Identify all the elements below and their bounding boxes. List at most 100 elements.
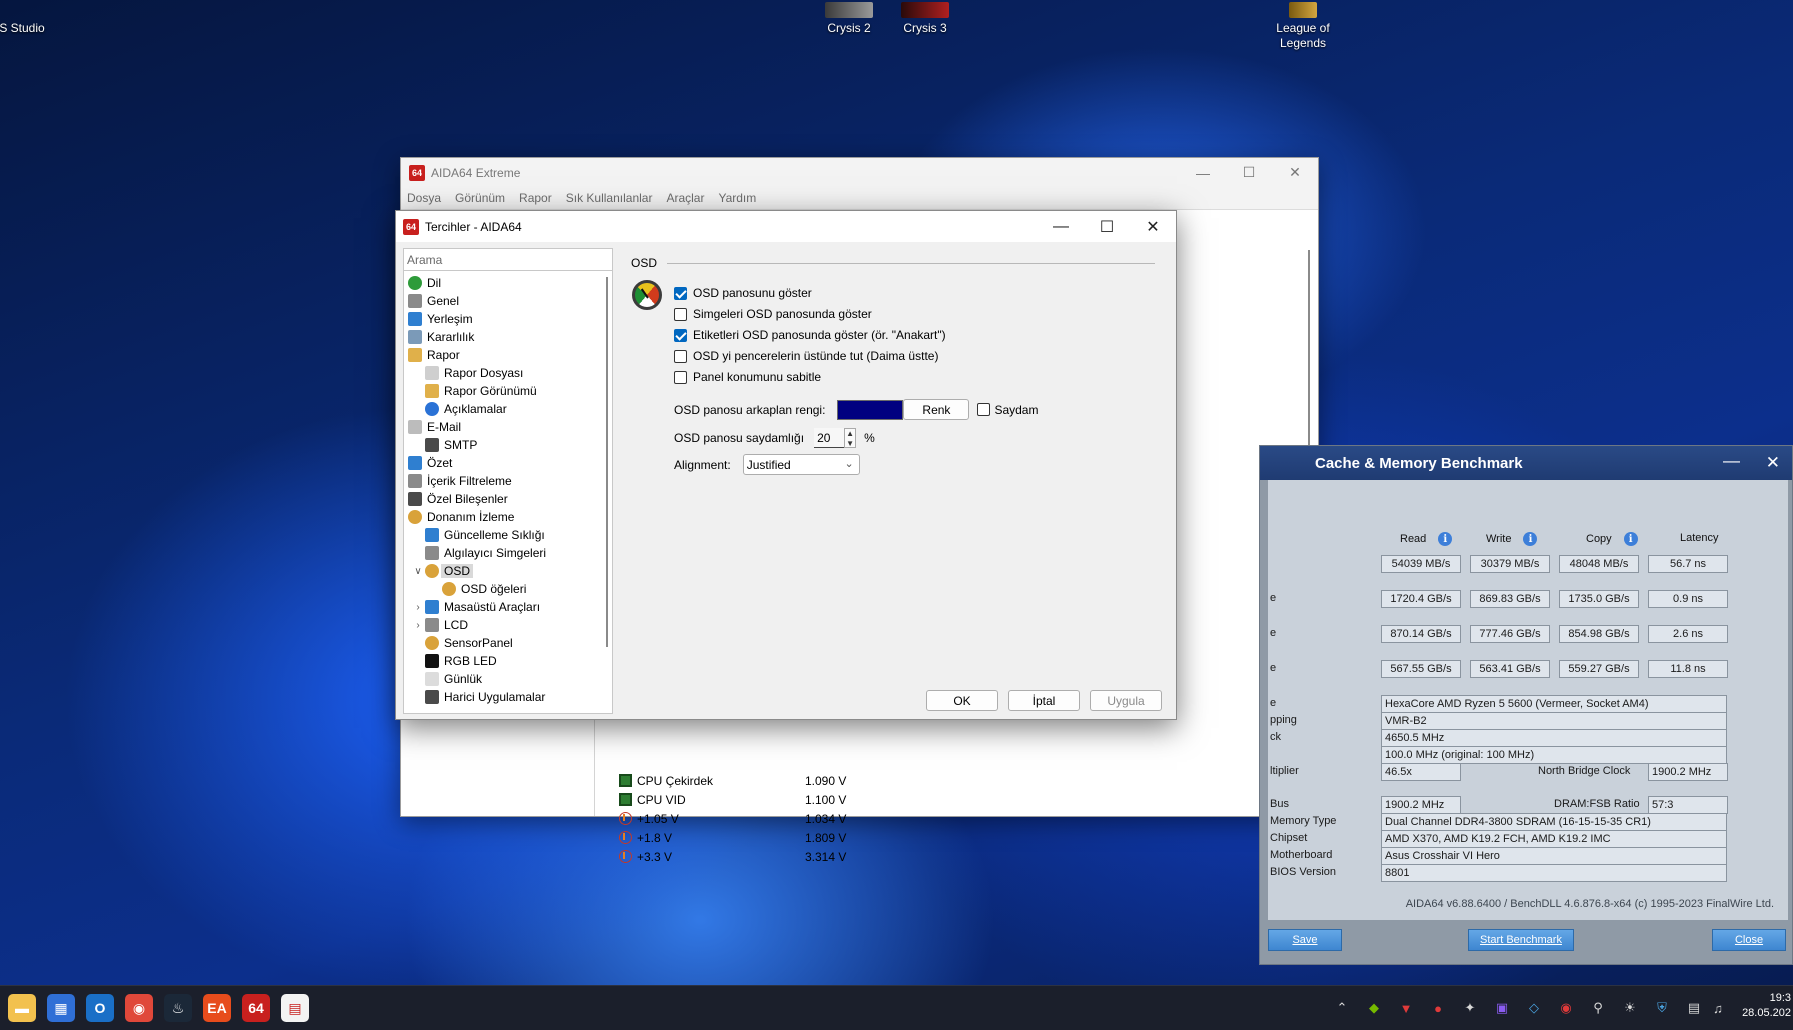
tree-item[interactable]: İçerik Filtreleme <box>404 472 598 490</box>
dialog-title-bar[interactable]: 64 Tercihler - AIDA64 — ☐ ✕ <box>396 211 1176 242</box>
chevron-right-icon[interactable]: › <box>413 620 423 631</box>
alignment-select[interactable]: Justified ⌄ <box>742 454 860 475</box>
detail-value: Asus Crosshair VI Hero <box>1381 847 1727 865</box>
tree-item[interactable]: OSD öğeleri <box>404 580 598 598</box>
tree-item[interactable]: Donanım İzleme <box>404 508 598 526</box>
minimize-button[interactable]: — <box>1723 451 1740 471</box>
main-title-bar[interactable]: 64 AIDA64 Extreme — ☐ ✕ <box>401 158 1318 187</box>
tree-item[interactable]: Dil <box>404 274 598 292</box>
maximize-button[interactable]: ☐ <box>1084 211 1130 242</box>
network-icon[interactable]: ▤ <box>1686 1000 1702 1016</box>
tree-item[interactable]: › Masaüstü Araçları <box>404 598 598 616</box>
menu-araclar[interactable]: Araçlar <box>666 191 704 205</box>
maximize-button[interactable]: ☐ <box>1226 158 1272 187</box>
option-always-on-top[interactable]: OSD yi pencerelerin üstünde tut (Daima ü… <box>674 347 938 365</box>
result-cell: 2.6 ns <box>1648 625 1728 643</box>
tree-item-label: Özet <box>427 456 453 470</box>
ea-icon[interactable]: EA <box>203 994 231 1022</box>
minimize-button[interactable]: — <box>1038 211 1084 242</box>
apply-button[interactable]: Uygula <box>1090 690 1162 711</box>
bird-icon[interactable]: ✦ <box>1462 1000 1478 1016</box>
diamond-icon[interactable]: ◇ <box>1526 1000 1542 1016</box>
tree-item[interactable]: RGB LED <box>404 652 598 670</box>
alignment-row: Alignment: Justified ⌄ <box>674 454 860 475</box>
transparent-checkbox[interactable] <box>977 403 991 416</box>
search-input[interactable]: Arama <box>404 249 612 271</box>
tree-item[interactable]: SensorPanel <box>404 634 598 652</box>
color-button[interactable]: Renk <box>903 399 970 420</box>
option-show-icons[interactable]: Simgeleri OSD panosunda göster <box>674 305 872 323</box>
close-button[interactable]: ✕ <box>1130 211 1176 242</box>
info-icon[interactable]: i <box>1523 532 1538 546</box>
cancel-button[interactable]: İptal <box>1008 690 1080 711</box>
tree-scrollbar[interactable] <box>606 277 608 647</box>
close-button[interactable]: ✕ <box>1272 158 1318 187</box>
chrome-icon[interactable]: ◉ <box>125 994 153 1022</box>
desktop-icon-crysis3[interactable]: Crysis 3 <box>885 2 965 36</box>
desktop-icon-league[interactable]: League of Legends <box>1263 2 1343 51</box>
benchmark-title-bar[interactable]: Cache & Memory Benchmark — ✕ <box>1260 446 1792 480</box>
armoury-icon[interactable]: ● <box>1430 1000 1446 1016</box>
checkbox[interactable] <box>674 286 687 300</box>
chevron-right-icon[interactable]: › <box>413 602 423 613</box>
tree-item[interactable]: SMTP <box>404 436 598 454</box>
tree-item[interactable]: Genel <box>404 292 598 310</box>
info-icon[interactable]: i <box>1438 532 1453 546</box>
checkbox[interactable] <box>674 370 687 384</box>
save-button[interactable]: Save <box>1268 929 1342 951</box>
option-show-osd[interactable]: OSD panosunu göster <box>674 284 812 302</box>
tree-item[interactable]: Yerleşim <box>404 310 598 328</box>
tree-item[interactable]: Rapor Dosyası <box>404 364 598 382</box>
checkbox[interactable] <box>674 349 687 363</box>
outlook-icon[interactable]: O <box>86 994 114 1022</box>
ok-button[interactable]: OK <box>926 690 998 711</box>
tree-item[interactable]: Rapor <box>404 346 598 364</box>
steam-icon[interactable]: ♨ <box>164 994 192 1022</box>
shield-icon[interactable]: ⛨ <box>1654 1000 1670 1016</box>
aida64-icon[interactable]: 64 <box>242 994 270 1022</box>
menu-yardim[interactable]: Yardım <box>718 191 756 205</box>
info-icon[interactable]: i <box>1623 532 1638 546</box>
tree-item[interactable]: E-Mail <box>404 418 598 436</box>
menu-gorunum[interactable]: Görünüm <box>455 191 505 205</box>
desktop-icon-crysis2[interactable]: Crysis 2 <box>809 2 889 36</box>
volume-icon[interactable]: ♫ <box>1710 1000 1726 1016</box>
opacity-spinner[interactable]: 20 <box>814 428 845 448</box>
nvidia-icon[interactable]: ◆ <box>1366 1000 1382 1016</box>
close-button[interactable]: ✕ <box>1766 453 1780 473</box>
start-benchmark-button[interactable]: Start Benchmark <box>1468 929 1574 951</box>
tree-item[interactable]: Kararlılık <box>404 328 598 346</box>
twitch-icon[interactable]: ▣ <box>1494 1000 1510 1016</box>
store-icon[interactable]: ▦ <box>47 994 75 1022</box>
asus-icon[interactable]: ▼ <box>1398 1000 1414 1016</box>
tree-item[interactable]: Güncelleme Sıklığı <box>404 526 598 544</box>
checkbox[interactable] <box>674 328 687 342</box>
menu-dosya[interactable]: Dosya <box>407 191 441 205</box>
paint-icon[interactable]: ▤ <box>281 994 309 1022</box>
checkbox[interactable] <box>674 307 687 321</box>
option-lock-position[interactable]: Panel konumunu sabitle <box>674 368 821 386</box>
menu-rapor[interactable]: Rapor <box>519 191 552 205</box>
minimize-button[interactable]: — <box>1180 158 1226 187</box>
tree-item[interactable]: Rapor Görünümü <box>404 382 598 400</box>
close-benchmark-button[interactable]: Close <box>1712 929 1786 951</box>
tree-item[interactable]: › LCD <box>404 616 598 634</box>
file-explorer-icon[interactable]: ▬ <box>8 994 36 1022</box>
system-clock[interactable]: 19:3 28.05.202 <box>1742 991 1791 1021</box>
tree-item[interactable]: Algılayıcı Simgeleri <box>404 544 598 562</box>
spinner-arrows-icon[interactable]: ▲ ▼ <box>844 428 857 448</box>
chevron-down-icon[interactable]: ∨ <box>413 566 423 577</box>
bluetooth-icon[interactable]: ☀ <box>1622 1000 1638 1016</box>
tree-item[interactable]: Özet <box>404 454 598 472</box>
tree-item[interactable]: Açıklamalar <box>404 400 598 418</box>
rog-icon[interactable]: ◉ <box>1558 1000 1574 1016</box>
tree-item[interactable]: Günlük <box>404 670 598 688</box>
menu-sik-kullanilanlar[interactable]: Sık Kullanılanlar <box>566 191 653 205</box>
option-show-labels[interactable]: Etiketleri OSD panosunda göster (ör. "An… <box>674 326 946 344</box>
desktop-icon-studio[interactable]: S Studio <box>0 2 62 36</box>
tree-item[interactable]: ∨ OSD <box>404 562 598 580</box>
chevron-up-icon[interactable]: ⌃ <box>1334 1000 1350 1016</box>
usb-icon[interactable]: ⚲ <box>1590 1000 1606 1016</box>
tree-item[interactable]: Özel Bileşenler <box>404 490 598 508</box>
bg-color-swatch[interactable] <box>837 399 904 420</box>
